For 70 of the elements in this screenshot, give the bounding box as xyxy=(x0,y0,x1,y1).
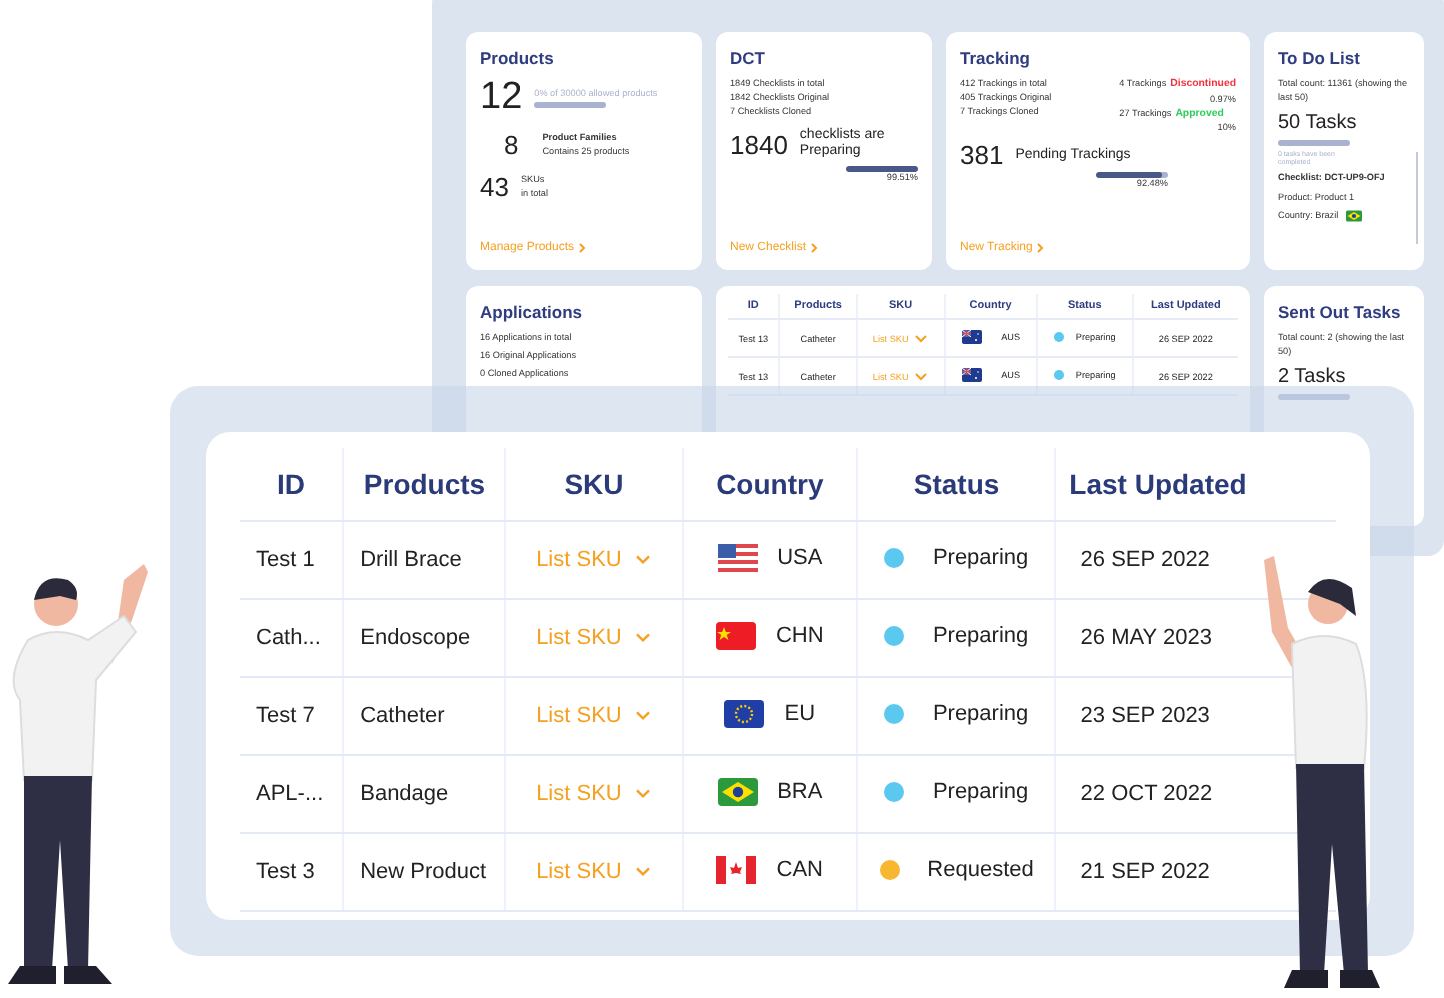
caret-icon xyxy=(633,788,652,800)
flag-icon xyxy=(1346,210,1363,222)
stat-number: 43 xyxy=(480,174,509,201)
stat-number: 1840 xyxy=(730,131,788,158)
table-cell: Cath... xyxy=(240,599,344,677)
card-title: To Do List xyxy=(1278,48,1362,68)
flag-icon xyxy=(724,699,765,727)
chevron-right-icon xyxy=(578,242,587,254)
table-cell: Preparing xyxy=(932,702,1029,726)
flag-icon xyxy=(961,330,982,344)
table-cell: 26 SEP 2022 xyxy=(1055,521,1260,599)
task-count: 2 Tasks xyxy=(1278,365,1348,388)
table-cell: Preparing xyxy=(932,624,1029,648)
table-cell: New Product xyxy=(343,833,506,911)
caret-icon xyxy=(914,371,929,381)
card-title: Sent Out Tasks xyxy=(1278,302,1403,322)
column-header: Products xyxy=(343,448,506,521)
caret-icon xyxy=(633,866,652,878)
table-cell: APL-... xyxy=(240,755,344,833)
table-cell: Requested xyxy=(927,858,1034,882)
dropdown-link[interactable]: List SKU xyxy=(536,626,652,650)
dropdown-link[interactable]: List SKU xyxy=(536,860,652,884)
table-cell: Preparing xyxy=(932,780,1029,804)
card-title: Products xyxy=(480,48,556,68)
flag-icon xyxy=(716,855,757,883)
flag-icon xyxy=(717,543,758,571)
table-cell: Test 7 xyxy=(240,677,344,755)
stat-number: 8 xyxy=(504,132,519,159)
table-cell: Endoscope xyxy=(343,599,506,677)
flag-icon xyxy=(717,777,758,805)
table-cell: Catheter xyxy=(343,677,506,755)
caret-icon xyxy=(633,710,652,722)
column-header: Status xyxy=(857,448,1056,521)
table-cell: Test 1 xyxy=(240,521,344,599)
stat-number: 381 xyxy=(960,142,1004,169)
table-cell: EU xyxy=(784,701,816,725)
column-header: Last Updated xyxy=(1055,448,1260,521)
table-cell: USA xyxy=(777,545,823,569)
flag-icon xyxy=(961,368,982,382)
card-title: DCT xyxy=(730,48,767,68)
dropdown-link[interactable]: List SKU xyxy=(536,782,652,806)
table-cell: CAN xyxy=(776,857,824,881)
table-cell: Preparing xyxy=(932,546,1029,570)
caret-icon xyxy=(914,333,929,343)
dropdown-link[interactable]: List SKU xyxy=(536,704,652,728)
table-cell: Test 3 xyxy=(240,833,344,911)
table-cell: 22 OCT 2022 xyxy=(1055,755,1260,833)
task-count: 50 Tasks xyxy=(1278,111,1359,134)
card-title: Tracking xyxy=(960,48,1032,68)
card-title: Applications xyxy=(480,302,585,322)
caret-icon xyxy=(633,632,652,644)
table-cell: 21 SEP 2022 xyxy=(1055,833,1260,911)
scrollbar xyxy=(1415,152,1418,244)
column-header: ID xyxy=(240,448,344,521)
table-cell: BRA xyxy=(777,779,823,803)
table-cell: Drill Brace xyxy=(343,521,506,599)
table-cell: Bandage xyxy=(343,755,506,833)
flag-icon xyxy=(715,621,756,649)
caret-icon xyxy=(633,554,652,566)
progress-bar xyxy=(846,166,918,173)
column-header: Country xyxy=(682,448,858,521)
column-header: SKU xyxy=(505,448,683,521)
table-cell: CHN xyxy=(775,623,824,647)
chevron-right-icon xyxy=(1036,242,1045,254)
table-cell: 23 SEP 2023 xyxy=(1055,677,1260,755)
progress-bar xyxy=(1096,172,1168,179)
stat-number: 12 xyxy=(480,78,523,116)
dropdown-link[interactable]: List SKU xyxy=(536,548,652,572)
chevron-right-icon xyxy=(810,242,819,254)
table-cell: 26 MAY 2023 xyxy=(1055,599,1260,677)
